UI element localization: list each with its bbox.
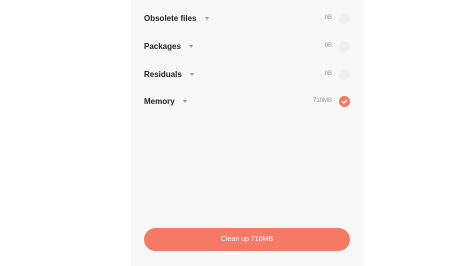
item-size: 710MB [312, 98, 332, 104]
chevron-down-icon[interactable] [190, 73, 195, 77]
item-label-container: Packages [144, 42, 194, 51]
item-size: 0B [324, 43, 332, 49]
item-row-obsolete-files[interactable]: Obsolete files 0B [144, 12, 350, 30]
chevron-down-icon[interactable] [182, 100, 187, 104]
item-label-container: Obsolete files [144, 14, 209, 23]
item-size: 0B [324, 71, 332, 77]
item-label-container: Memory [144, 97, 187, 106]
cleaner-panel: Obsolete files 0B Packages 0B Residuals … [131, 0, 364, 266]
item-row-residuals[interactable]: Residuals 0B [144, 68, 350, 86]
clean-up-button[interactable]: Clean up 710MB [144, 228, 350, 251]
item-label: Memory [144, 97, 175, 106]
item-label: Obsolete files [144, 14, 197, 23]
checkmark-icon [341, 99, 348, 104]
item-label-container: Residuals [144, 70, 195, 79]
item-label: Residuals [144, 70, 182, 79]
checkbox[interactable] [339, 41, 350, 52]
checkbox-checked[interactable] [339, 96, 350, 107]
checkbox[interactable] [339, 69, 350, 80]
item-size: 0B [324, 15, 332, 21]
checkbox[interactable] [339, 13, 350, 24]
item-row-packages[interactable]: Packages 0B [144, 40, 350, 58]
item-label: Packages [144, 42, 181, 51]
chevron-down-icon[interactable] [204, 17, 209, 21]
item-row-memory[interactable]: Memory 710MB [144, 95, 350, 113]
chevron-down-icon[interactable] [189, 45, 194, 49]
